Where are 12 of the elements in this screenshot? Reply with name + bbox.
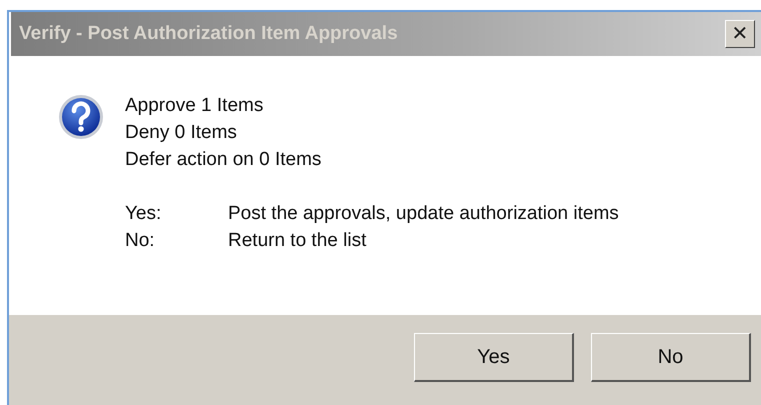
summary-line: Defer action on 0 Items (125, 148, 322, 172)
option-description: Post the approvals, update authorization items (228, 202, 619, 226)
summary-line: Approve 1 Items (125, 94, 264, 118)
no-button[interactable]: No (591, 333, 751, 382)
option-description: Return to the list (228, 229, 366, 253)
window-title: Verify - Post Authorization Item Approvals (19, 22, 399, 46)
option-key: No: (125, 227, 228, 254)
option-key: Yes: (125, 200, 228, 227)
summary-line: Deny 0 Items (125, 121, 238, 145)
yes-button[interactable]: Yes (414, 333, 574, 382)
close-button[interactable]: ✕ (725, 20, 755, 48)
question-icon (58, 94, 104, 140)
